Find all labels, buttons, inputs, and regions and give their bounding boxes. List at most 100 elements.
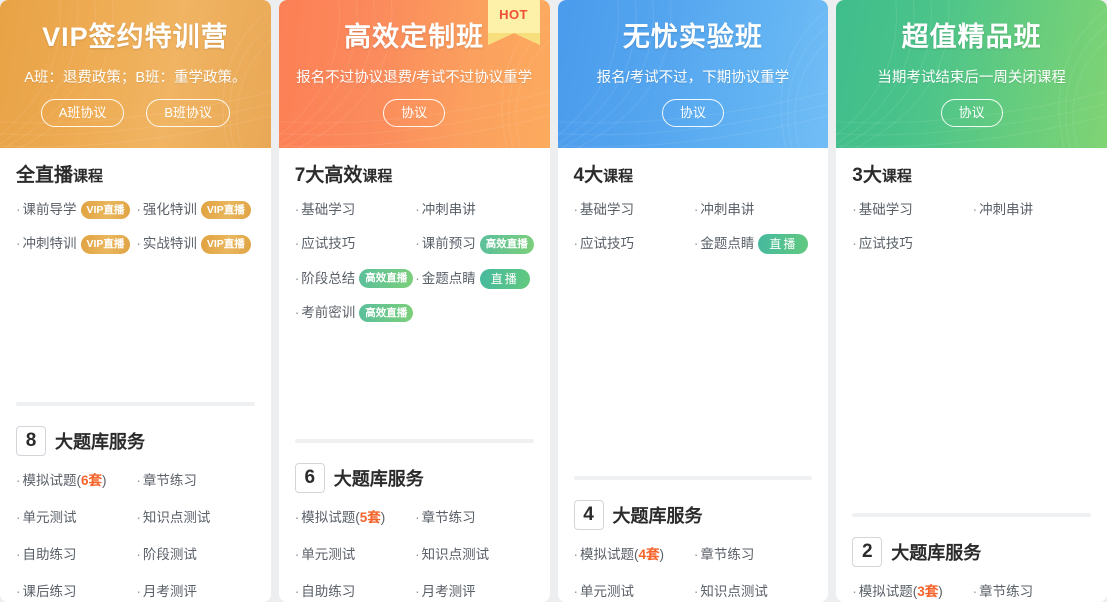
question-bank-count: 4 <box>574 500 604 530</box>
agreement-button[interactable]: 协议 <box>383 99 445 127</box>
question-bank-list: ·模拟试题(6套)·章节练习·单元测试·知识点测试·自助练习·阶段测试·课后练习… <box>16 472 255 602</box>
question-bank-item-label: 章节练习 <box>143 473 197 488</box>
course-item[interactable]: ·应试技巧 <box>295 234 414 254</box>
question-bank-item[interactable]: ·月考测评 <box>415 583 533 602</box>
bullet-dot-icon: · <box>295 234 300 254</box>
course-item-label: 基础学习 <box>859 200 913 220</box>
courses-list: ·课前导学VIP直播·强化特训VIP直播·冲刺特训VIP直播·实战特训VIP直播 <box>16 200 255 255</box>
course-item-label: 冲刺串讲 <box>700 200 754 220</box>
course-item[interactable]: ·基础学习 <box>574 200 692 220</box>
question-bank-item-label: 月考测评 <box>422 584 476 599</box>
bullet-dot-icon: · <box>415 547 420 562</box>
course-item[interactable]: ·金题点睛直播 <box>694 234 812 254</box>
courses-section-title: 4大课程 <box>574 166 813 185</box>
question-bank-item[interactable]: ·自助练习 <box>295 583 413 602</box>
course-item-label: 阶段总结 <box>301 269 355 289</box>
card-header: 无忧实验班报名/考试不过，下期协议重学协议 <box>558 0 829 148</box>
agreement-button[interactable]: B班协议 <box>146 99 230 127</box>
bullet-dot-icon: · <box>16 200 21 220</box>
course-item[interactable]: ·冲刺串讲 <box>694 200 812 220</box>
bullet-dot-icon: · <box>973 584 978 599</box>
question-bank-item[interactable]: ·模拟试题(5套) <box>295 509 413 528</box>
question-bank-section: 8大题库服务·模拟试题(6套)·章节练习·单元测试·知识点测试·自助练习·阶段测… <box>16 406 255 602</box>
card-body: 3大课程·基础学习·冲刺串讲·应试技巧2大题库服务·模拟试题(3套)·章节练习 <box>836 148 1107 602</box>
course-item[interactable]: ·课前预习高效直播 <box>415 234 534 254</box>
question-bank-item[interactable]: ·知识点测试 <box>136 509 254 528</box>
question-bank-item[interactable]: ·模拟试题(3套) <box>852 583 970 602</box>
hot-ribbon-label: HOT <box>488 7 540 22</box>
course-item[interactable]: ·阶段总结高效直播 <box>295 269 414 289</box>
question-bank-item[interactable]: ·单元测试 <box>16 509 134 528</box>
agreement-button[interactable]: 协议 <box>941 99 1003 127</box>
question-bank-item[interactable]: ·课后练习 <box>16 583 134 602</box>
question-bank-item-label: 模拟试题( <box>859 584 918 599</box>
bullet-dot-icon: · <box>295 269 300 289</box>
courses-section-title: 7大高效课程 <box>295 166 534 185</box>
agreement-button[interactable]: 协议 <box>662 99 724 127</box>
hot-ribbon-badge: HOT <box>488 0 540 45</box>
course-badge-gx: 高效直播 <box>359 269 413 288</box>
course-item[interactable]: ·实战特训VIP直播 <box>136 234 254 254</box>
bullet-dot-icon: · <box>136 547 141 562</box>
bullet-dot-icon: · <box>574 584 579 599</box>
bullet-dot-icon: · <box>973 200 978 220</box>
course-item[interactable]: ·金题点睛直播 <box>415 269 534 289</box>
bullet-dot-icon: · <box>16 510 21 525</box>
card-body: 7大高效课程·基础学习·冲刺串讲·应试技巧·课前预习高效直播·阶段总结高效直播·… <box>279 148 550 602</box>
course-item[interactable]: ·基础学习 <box>295 200 414 220</box>
question-bank-item[interactable]: ·单元测试 <box>295 546 413 565</box>
question-bank-item-label: 章节练习 <box>700 547 754 562</box>
course-badge-vip: VIP直播 <box>201 235 251 254</box>
course-item[interactable]: ·应试技巧 <box>574 234 692 254</box>
question-bank-item[interactable]: ·月考测评 <box>136 583 254 602</box>
course-item[interactable]: ·考前密训高效直播 <box>295 303 414 323</box>
card-header: HOT高效定制班报名不过协议退费/考试不过协议重学协议 <box>279 0 550 148</box>
course-item[interactable]: ·冲刺串讲 <box>415 200 534 220</box>
bullet-dot-icon: · <box>694 584 699 599</box>
bullet-dot-icon: · <box>295 303 300 323</box>
question-bank-item[interactable]: ·模拟试题(4套) <box>574 546 692 565</box>
question-bank-item[interactable]: ·知识点测试 <box>415 546 533 565</box>
course-item[interactable]: ·冲刺串讲 <box>973 200 1091 220</box>
question-bank-item[interactable]: ·知识点测试 <box>694 583 812 602</box>
card-header: VIP签约特训营A班：退费政策；B班：重学政策。A班协议B班协议 <box>0 0 271 148</box>
card-body: 4大课程·基础学习·冲刺串讲·应试技巧·金题点睛直播4大题库服务·模拟试题(4套… <box>558 148 829 602</box>
question-bank-item[interactable]: ·章节练习 <box>136 472 254 491</box>
courses-list: ·基础学习·冲刺串讲·应试技巧 <box>852 200 1091 255</box>
course-badge-gx: 高效直播 <box>480 235 534 254</box>
course-item[interactable]: ·课前导学VIP直播 <box>16 200 134 220</box>
question-bank-item[interactable]: ·模拟试题(6套) <box>16 472 134 491</box>
course-item[interactable]: ·强化特训VIP直播 <box>136 200 254 220</box>
courses-count-label: 4大 <box>574 165 604 186</box>
question-bank-item[interactable]: ·单元测试 <box>574 583 692 602</box>
question-bank-item[interactable]: ·章节练习 <box>973 583 1091 602</box>
question-bank-item-tail: ) <box>102 473 107 488</box>
course-badge-live: 直播 <box>758 234 808 254</box>
question-bank-item-tail: ) <box>381 510 386 525</box>
flex-spacer <box>295 323 534 439</box>
bullet-dot-icon: · <box>295 200 300 220</box>
bullet-dot-icon: · <box>16 547 21 562</box>
question-bank-header: 6大题库服务 <box>295 463 534 493</box>
question-bank-item[interactable]: ·章节练习 <box>415 509 533 528</box>
agreement-button-group: 协议 <box>941 99 1003 127</box>
course-item[interactable]: ·冲刺特训VIP直播 <box>16 234 134 254</box>
question-bank-item[interactable]: ·阶段测试 <box>136 546 254 565</box>
course-item[interactable]: ·应试技巧 <box>852 234 970 254</box>
question-bank-item-tail: ) <box>660 547 665 562</box>
flex-spacer <box>852 255 1091 514</box>
course-badge-live: 直播 <box>480 269 530 289</box>
question-bank-item-label: 模拟试题( <box>301 510 360 525</box>
bullet-dot-icon: · <box>16 234 21 254</box>
bullet-dot-icon: · <box>136 473 141 488</box>
bullet-dot-icon: · <box>136 200 141 220</box>
bullet-dot-icon: · <box>415 200 420 220</box>
question-bank-header: 2大题库服务 <box>852 537 1091 567</box>
agreement-button[interactable]: A班协议 <box>41 99 125 127</box>
question-bank-item[interactable]: ·自助练习 <box>16 546 134 565</box>
course-item[interactable]: ·基础学习 <box>852 200 970 220</box>
question-bank-section: 4大题库服务·模拟试题(4套)·章节练习·单元测试·知识点测试 <box>574 480 813 602</box>
bullet-dot-icon: · <box>415 510 420 525</box>
card-title: 高效定制班 <box>344 22 484 53</box>
question-bank-item[interactable]: ·章节练习 <box>694 546 812 565</box>
